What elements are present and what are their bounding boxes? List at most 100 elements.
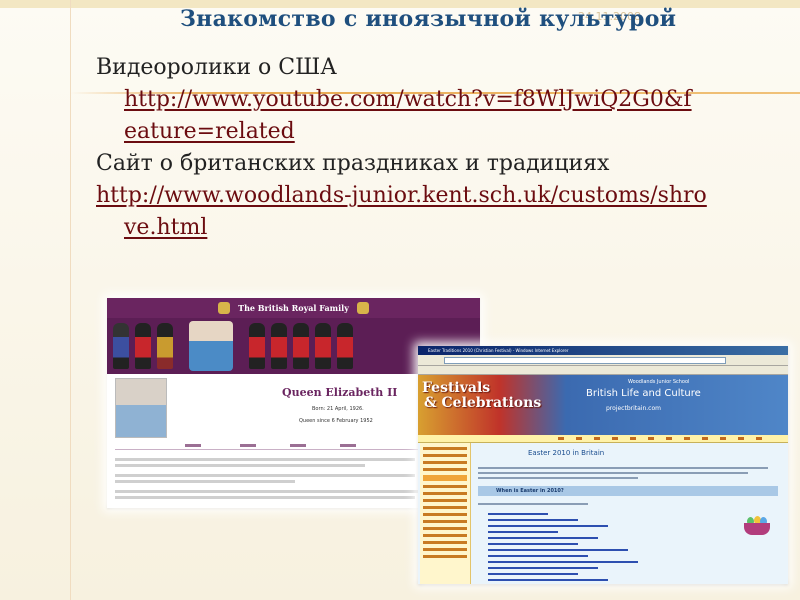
guard-figure bbox=[315, 323, 331, 369]
nav-marker bbox=[576, 437, 582, 440]
nav-marker bbox=[702, 437, 708, 440]
address-field bbox=[444, 357, 726, 364]
tab-marker bbox=[185, 444, 201, 447]
sidebar-link bbox=[423, 548, 467, 551]
queen-portrait bbox=[189, 321, 233, 371]
site-url: projectbritain.com bbox=[606, 405, 661, 412]
easter-question-bar: When is Easter in 2010? bbox=[478, 486, 778, 496]
text-line bbox=[115, 464, 365, 467]
faq-link bbox=[488, 555, 588, 557]
sidebar-link bbox=[423, 527, 467, 530]
text-line bbox=[478, 503, 588, 505]
guard-figure bbox=[113, 323, 129, 369]
sidebar-link bbox=[423, 541, 467, 544]
faq-link bbox=[488, 579, 608, 581]
easter-heading: Easter 2010 in Britain bbox=[528, 449, 605, 457]
sidebar-link-active bbox=[423, 475, 467, 481]
faq-link bbox=[488, 525, 608, 527]
woodlands-link[interactable]: http://www.woodlands-junior.kent.sch.uk/… bbox=[96, 180, 786, 244]
text-line bbox=[115, 474, 415, 477]
crest-icon bbox=[356, 302, 369, 314]
sidebar-link bbox=[423, 555, 467, 558]
guard-figure bbox=[135, 323, 151, 369]
queen-since: Queen since 6 February 1952 bbox=[299, 418, 373, 424]
faq-link bbox=[488, 573, 578, 575]
text-line bbox=[115, 480, 295, 483]
royal-family-title: The British Royal Family bbox=[238, 303, 349, 313]
nav-marker bbox=[630, 437, 636, 440]
festivals-content: Easter 2010 in Britain When is Easter in… bbox=[418, 443, 788, 584]
logo-line1: Festivals bbox=[422, 380, 491, 396]
festivals-sidebar bbox=[420, 443, 471, 584]
basket-icon bbox=[744, 523, 770, 535]
sidebar-link bbox=[423, 534, 467, 537]
faq-link bbox=[488, 537, 598, 539]
vertical-rule bbox=[70, 0, 71, 600]
easter-question: When is Easter in 2010? bbox=[496, 488, 564, 494]
sidebar-link bbox=[423, 485, 467, 488]
text-line bbox=[478, 467, 768, 469]
text-line bbox=[115, 496, 415, 499]
month-nav bbox=[418, 435, 788, 443]
festivals-screenshot: Easter Traditions 2010 (Christian Festiv… bbox=[418, 346, 788, 584]
guard-figure bbox=[271, 323, 287, 369]
sidebar-link bbox=[423, 513, 467, 516]
sidebar-link bbox=[423, 520, 467, 523]
queen-name: Queen Elizabeth II bbox=[282, 386, 398, 399]
faq-link bbox=[488, 513, 548, 515]
slide-title: Знакомство с иноязычной культурой bbox=[180, 6, 677, 32]
tab-marker bbox=[240, 444, 256, 447]
royal-family-header: The British Royal Family bbox=[107, 298, 480, 318]
queen-born: Born: 21 April, 1926. bbox=[312, 406, 364, 412]
british-holidays-label: Сайт о британских праздниках и традициях bbox=[96, 151, 610, 176]
nav-marker bbox=[648, 437, 654, 440]
faq-link bbox=[488, 519, 578, 521]
guard-figure bbox=[337, 323, 353, 369]
sidebar-link bbox=[423, 468, 467, 471]
faq-link bbox=[488, 561, 638, 563]
tab-marker bbox=[290, 444, 306, 447]
nav-marker bbox=[612, 437, 618, 440]
easter-basket-icon bbox=[744, 511, 770, 535]
school-name: Woodlands Junior School bbox=[628, 379, 690, 385]
text-line bbox=[478, 477, 638, 479]
faq-link bbox=[488, 543, 578, 545]
nav-marker bbox=[666, 437, 672, 440]
browser-title-bar: Easter Traditions 2010 (Christian Festiv… bbox=[418, 346, 788, 355]
queen-photo bbox=[115, 378, 167, 438]
tab-marker bbox=[340, 444, 356, 447]
browser-window-title: Easter Traditions 2010 (Christian Festiv… bbox=[428, 348, 569, 353]
site-name: British Life and Culture bbox=[586, 388, 701, 399]
sidebar-link bbox=[423, 499, 467, 502]
guard-figure bbox=[249, 323, 265, 369]
nav-marker bbox=[756, 437, 762, 440]
festivals-logo: Festivals & Celebrations bbox=[422, 381, 541, 411]
guard-figure bbox=[293, 323, 309, 369]
woodlands-link-part2[interactable]: ve.html bbox=[96, 215, 207, 240]
woodlands-link-part1[interactable]: http://www.woodlands-junior.kent.sch.uk/… bbox=[96, 183, 707, 208]
festivals-banner: Festivals & Celebrations Woodlands Junio… bbox=[418, 375, 788, 435]
text-line bbox=[115, 458, 415, 461]
faq-link bbox=[488, 567, 598, 569]
nav-marker bbox=[720, 437, 726, 440]
youtube-link[interactable]: http://www.youtube.com/watch?v=f8WlJwiQ2… bbox=[96, 84, 786, 148]
browser-favorites-bar bbox=[418, 366, 788, 375]
sidebar-link bbox=[423, 454, 467, 457]
guard-figure bbox=[157, 323, 173, 369]
sidebar-link bbox=[423, 492, 467, 495]
faq-link bbox=[488, 549, 628, 551]
nav-marker bbox=[558, 437, 564, 440]
sidebar-link bbox=[423, 461, 467, 464]
crest-icon bbox=[218, 302, 231, 314]
youtube-link-part2[interactable]: eature=related bbox=[124, 119, 295, 144]
nav-marker bbox=[594, 437, 600, 440]
usa-videos-label: Видеоролики о США bbox=[96, 55, 337, 80]
logo-line2: & Celebrations bbox=[424, 395, 542, 411]
faq-link bbox=[488, 531, 558, 533]
nav-marker bbox=[738, 437, 744, 440]
sidebar-link bbox=[423, 506, 467, 509]
slide-body: Видеоролики о США http://www.youtube.com… bbox=[96, 52, 786, 244]
nav-marker bbox=[684, 437, 690, 440]
browser-address-bar bbox=[418, 355, 788, 366]
youtube-link-part1[interactable]: http://www.youtube.com/watch?v=f8WlJwiQ2… bbox=[124, 87, 692, 112]
